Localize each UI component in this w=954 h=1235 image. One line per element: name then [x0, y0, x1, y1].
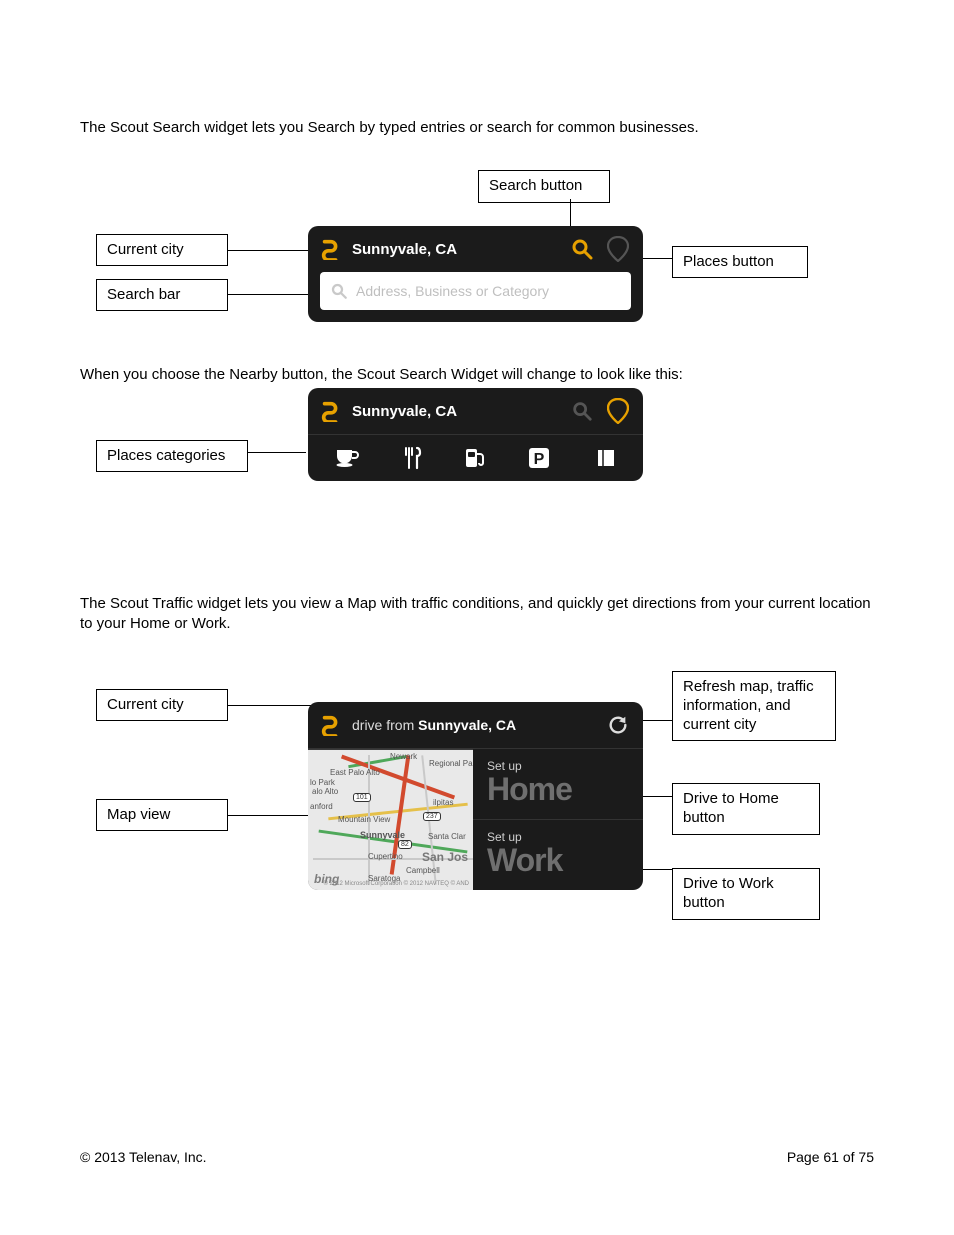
callout-places-categories: Places categories: [96, 440, 248, 472]
intro-paragraph-3: The Scout Traffic widget lets you view a…: [80, 594, 880, 635]
refresh-icon: [607, 714, 629, 736]
callout-map-view: Map view: [96, 799, 228, 831]
gas-pump-icon: [463, 446, 487, 470]
callout-current-city-3: Current city: [96, 689, 228, 721]
map-label: San Jos: [422, 850, 468, 864]
search-icon: [330, 282, 348, 300]
places-button[interactable]: [605, 236, 631, 262]
current-city-label: Sunnyvale, CA: [352, 403, 457, 420]
scout-logo-icon: [320, 400, 342, 422]
scout-logo-icon: [320, 714, 342, 736]
drive-from-prefix: drive from: [352, 717, 418, 733]
map-label: Campbell: [406, 866, 440, 875]
callout-places-button: Places button: [672, 246, 808, 278]
places-categories-row: P: [308, 434, 643, 481]
drive-from-label: drive from Sunnyvale, CA: [352, 717, 516, 733]
copyright: © 2013 Telenav, Inc.: [80, 1149, 207, 1165]
home-label: Home: [487, 771, 629, 808]
category-parking[interactable]: P: [522, 441, 556, 475]
search-icon: [571, 400, 593, 422]
fork-knife-icon: [401, 446, 423, 470]
category-more[interactable]: [586, 441, 620, 475]
category-gas[interactable]: [458, 441, 492, 475]
map-label: Cupertino: [368, 852, 403, 861]
category-coffee[interactable]: [331, 441, 365, 475]
map-label: Newark: [390, 752, 417, 761]
map-label: Mountain View: [338, 815, 390, 824]
callout-current-city-1: Current city: [96, 234, 228, 266]
map-label: alo Alto: [312, 787, 338, 796]
scout-places-widget: Sunnyvale, CA: [308, 388, 643, 481]
search-icon: [570, 237, 594, 261]
search-input[interactable]: Address, Business or Category: [320, 272, 631, 310]
map-label: Sunnyvale: [360, 830, 405, 840]
search-button[interactable]: [569, 236, 595, 262]
places-button[interactable]: [605, 398, 631, 424]
map-label: Regional Park: [429, 759, 473, 768]
callout-search-bar: Search bar: [96, 279, 228, 311]
connector-line: [228, 294, 318, 295]
drive-home-button[interactable]: Set up Home: [473, 749, 643, 820]
map-label: Santa Clar: [428, 832, 466, 841]
scout-traffic-widget: drive from Sunnyvale, CA: [308, 702, 643, 890]
svg-text:P: P: [534, 451, 545, 468]
work-label: Work: [487, 842, 629, 879]
drive-from-city: Sunnyvale, CA: [418, 717, 516, 733]
callout-drive-home: Drive to Home button: [672, 783, 820, 835]
search-button[interactable]: [569, 398, 595, 424]
map-label: East Palo Alto: [330, 768, 380, 777]
drive-work-button[interactable]: Set up Work: [473, 820, 643, 890]
intro-paragraph-2: When you choose the Nearby button, the S…: [80, 365, 880, 385]
hwy-badge: 101: [353, 793, 371, 802]
map-fineprint: © 2012 Microsoft Corporation © 2012 NAVT…: [323, 881, 469, 887]
pin-icon: [607, 398, 629, 424]
refresh-button[interactable]: [605, 712, 631, 738]
parking-icon: P: [527, 446, 551, 470]
pin-icon: [607, 236, 629, 262]
map-label: ilpitas: [433, 798, 453, 807]
current-city-label: Sunnyvale, CA: [352, 241, 457, 258]
hwy-badge: 237: [423, 812, 441, 821]
intro-paragraph-1: The Scout Search widget lets you Search …: [80, 118, 880, 138]
directory-icon: [590, 447, 616, 469]
scout-search-widget: Sunnyvale, CA Address, Business or Categ…: [308, 226, 643, 322]
connector-line: [228, 815, 314, 816]
map-label: lo Park: [310, 778, 335, 787]
connector-line: [248, 452, 306, 453]
callout-drive-work: Drive to Work button: [672, 868, 820, 920]
map-label: anford: [310, 802, 333, 811]
page-footer: © 2013 Telenav, Inc. Page 61 of 75: [80, 1149, 874, 1165]
category-restaurants[interactable]: [395, 441, 429, 475]
map-view[interactable]: Newark Regional Park East Palo Alto lo P…: [308, 749, 473, 890]
page-number: Page 61 of 75: [787, 1149, 874, 1165]
hwy-badge: 82: [398, 840, 412, 849]
coffee-icon: [335, 447, 361, 469]
callout-refresh: Refresh map, traffic information, and cu…: [672, 671, 836, 741]
callout-search-button: Search button: [478, 170, 610, 203]
search-placeholder: Address, Business or Category: [356, 283, 549, 299]
scout-logo-icon: [320, 238, 342, 260]
